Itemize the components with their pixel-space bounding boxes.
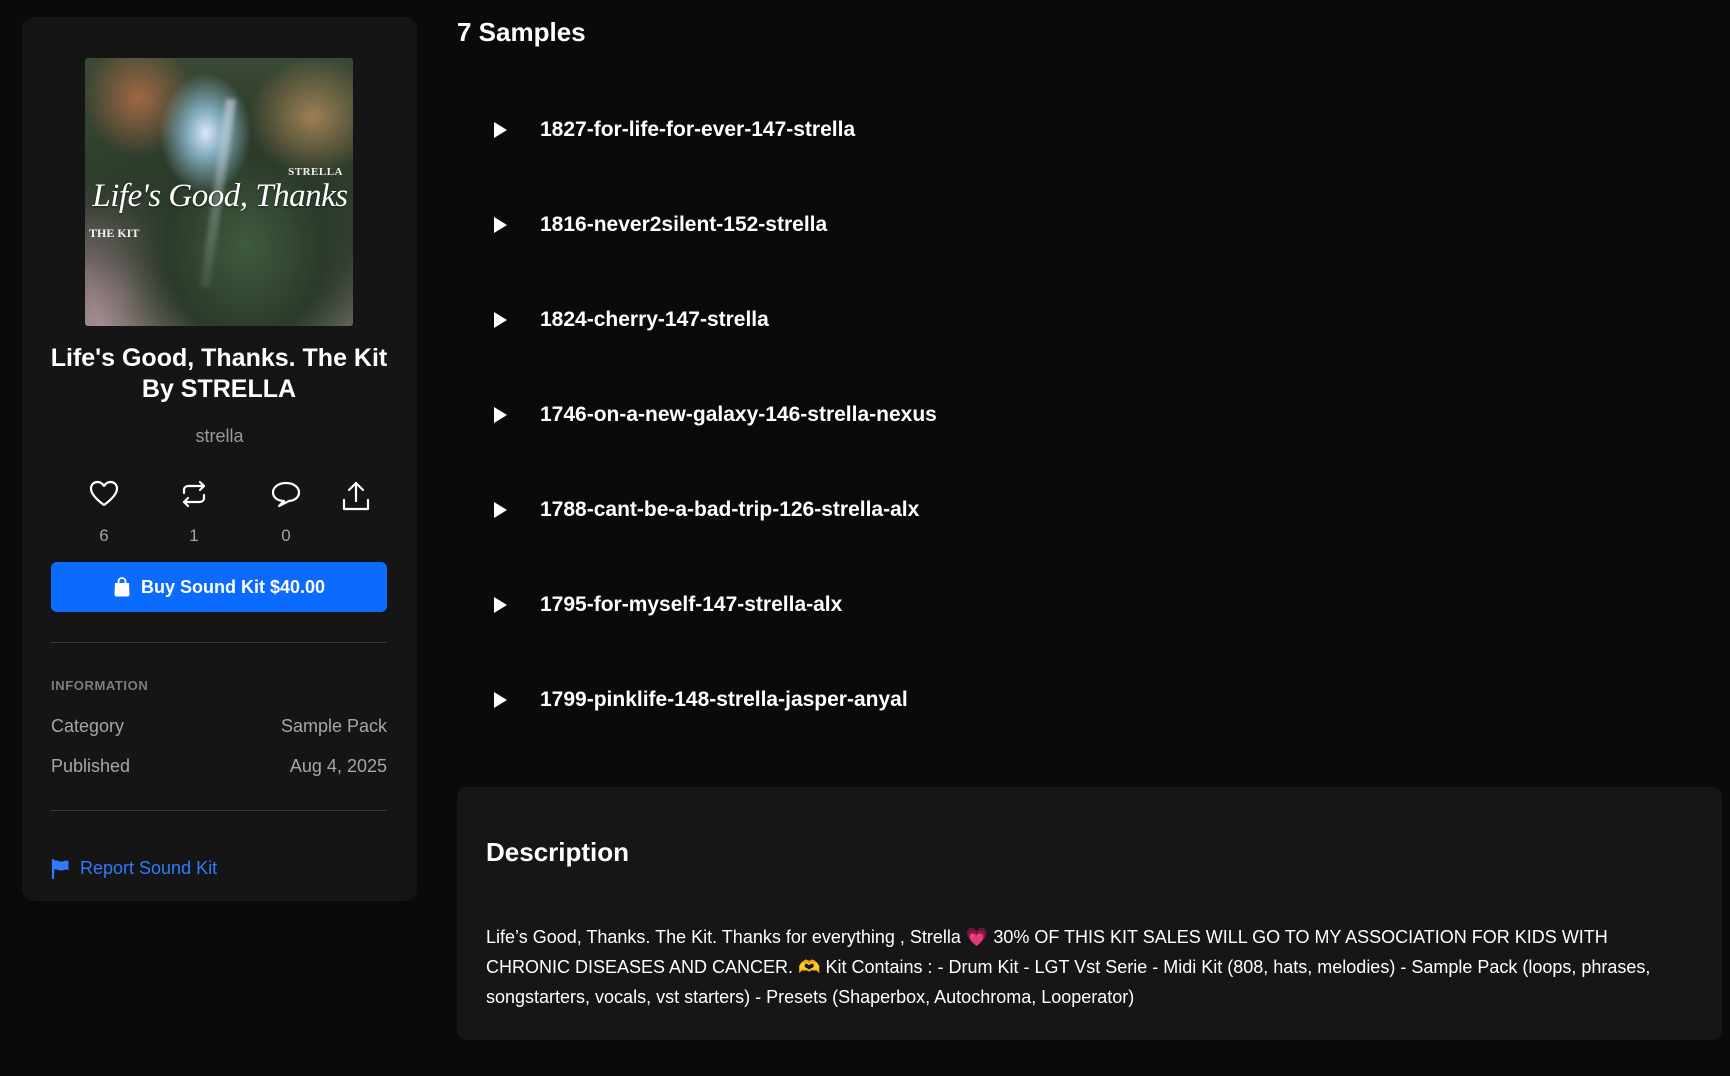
cover-artist-text: STRELLA <box>288 166 343 178</box>
shopping-bag-icon <box>114 577 130 597</box>
sample-row[interactable]: 1788-cant-be-a-bad-trip-126-strella-alx <box>482 490 919 530</box>
comment-icon[interactable] <box>270 480 302 508</box>
comment-stat[interactable]: 0 <box>256 480 316 546</box>
category-label: Category <box>51 716 125 736</box>
report-sound-kit-link[interactable]: Report Sound Kit <box>51 858 217 879</box>
play-button[interactable] <box>482 492 518 528</box>
buy-button-label: Buy Sound Kit $40.00 <box>140 576 326 597</box>
kit-author-link[interactable]: strella <box>22 426 417 447</box>
sample-name[interactable]: 1746-on-a-new-galaxy-146-strella-nexus <box>540 403 937 427</box>
cover-title-text: Life's Good, Thanks <box>92 178 348 214</box>
play-button[interactable] <box>482 397 518 433</box>
comment-count: 0 <box>281 526 291 545</box>
kit-cover-image: STRELLA Life's Good, Thanks THE KIT <box>85 58 353 326</box>
play-button[interactable] <box>482 682 518 718</box>
kit-sidebar-card: STRELLA Life's Good, Thanks THE KIT Life… <box>22 17 417 901</box>
like-count: 6 <box>99 526 109 545</box>
sample-name[interactable]: 1816-never2silent-152-strella <box>540 213 827 237</box>
sample-row[interactable]: 1799-pinklife-148-strella-jasper-anyal <box>482 680 908 720</box>
sample-row[interactable]: 1824-cherry-147-strella <box>482 300 769 340</box>
sample-name[interactable]: 1799-pinklife-148-strella-jasper-anyal <box>540 688 908 712</box>
description-card: Description Life’s Good, Thanks. The Kit… <box>457 787 1722 1040</box>
repost-icon[interactable] <box>179 480 209 508</box>
play-icon <box>494 597 507 613</box>
repost-count: 1 <box>189 526 199 545</box>
sample-name[interactable]: 1824-cherry-147-strella <box>540 308 769 332</box>
repost-stat[interactable]: 1 <box>164 480 224 546</box>
category-value: Sample Pack <box>280 716 387 736</box>
published-value: Aug 4, 2025 <box>289 756 387 776</box>
sample-name[interactable]: 1795-for-myself-147-strella-alx <box>540 593 842 617</box>
buy-sound-kit-button[interactable]: Buy Sound Kit $40.00 <box>51 562 387 612</box>
sample-row[interactable]: 1816-never2silent-152-strella <box>482 205 827 245</box>
share-stat[interactable] <box>326 480 386 512</box>
play-button[interactable] <box>482 207 518 243</box>
sample-name[interactable]: 1788-cant-be-a-bad-trip-126-strella-alx <box>540 498 919 522</box>
description-heading: Description <box>486 837 630 867</box>
cover-subtitle-text: THE KIT <box>89 226 140 240</box>
sample-row[interactable]: 1827-for-life-for-ever-147-strella <box>482 110 855 150</box>
published-label: Published <box>51 756 131 776</box>
kit-stats: 6 1 0 <box>22 480 417 560</box>
heart-icon[interactable] <box>89 480 119 508</box>
sample-name[interactable]: 1827-for-life-for-ever-147-strella <box>540 118 855 142</box>
play-button[interactable] <box>482 302 518 338</box>
sample-row[interactable]: 1746-on-a-new-galaxy-146-strella-nexus <box>482 395 937 435</box>
description-text: Life’s Good, Thanks. The Kit. Thanks for… <box>486 927 1651 1007</box>
divider <box>51 810 387 811</box>
sample-row[interactable]: 1795-for-myself-147-strella-alx <box>482 585 842 625</box>
report-label: Report Sound Kit <box>80 858 218 878</box>
play-icon <box>494 122 507 138</box>
play-icon <box>494 692 507 708</box>
play-icon <box>494 502 507 518</box>
share-icon[interactable] <box>341 480 371 512</box>
divider <box>51 642 387 643</box>
play-button[interactable] <box>482 587 518 623</box>
category-row: Category Sample Pack <box>51 716 387 737</box>
flag-icon <box>51 858 69 879</box>
information-heading: INFORMATION <box>51 678 149 693</box>
published-row: Published Aug 4, 2025 <box>51 756 387 777</box>
play-icon <box>494 217 507 233</box>
samples-heading: 7 Samples <box>457 17 586 47</box>
like-stat[interactable]: 6 <box>74 480 134 546</box>
sound-kit-page: STRELLA Life's Good, Thanks THE KIT Life… <box>0 0 1730 1076</box>
play-icon <box>494 407 507 423</box>
play-icon <box>494 312 507 328</box>
play-button[interactable] <box>482 112 518 148</box>
kit-title: Life's Good, Thanks. The Kit By STRELLA <box>50 344 388 403</box>
